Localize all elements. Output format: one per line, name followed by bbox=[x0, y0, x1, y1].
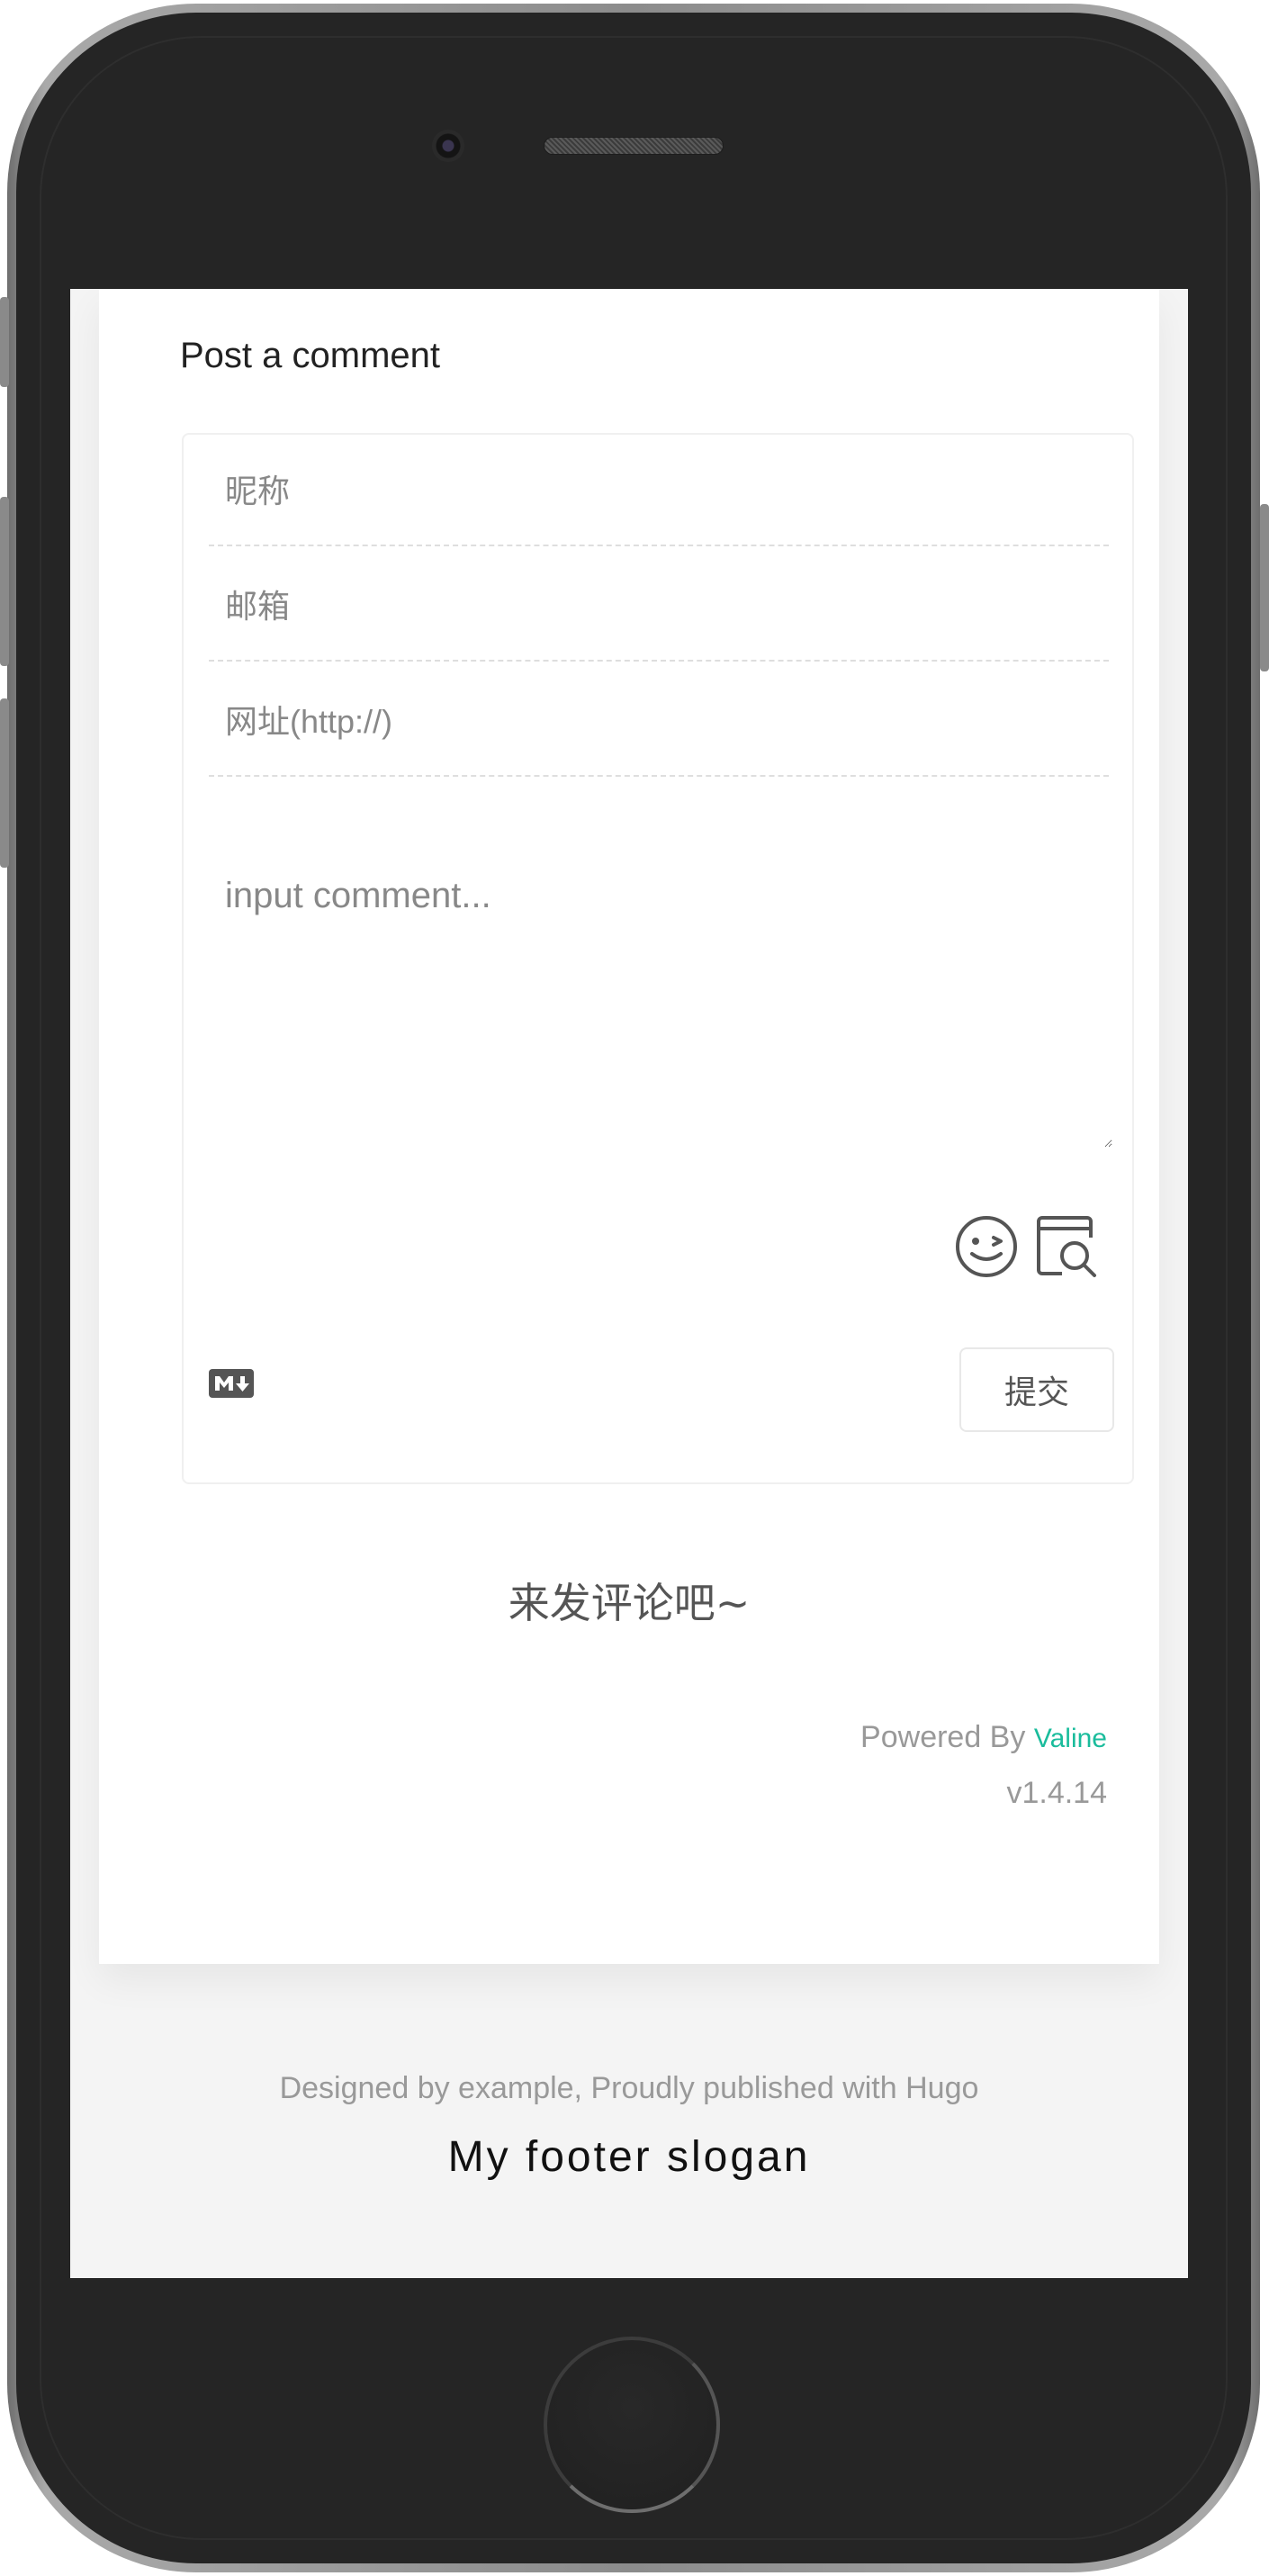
earpiece-speaker bbox=[544, 137, 724, 155]
email-input[interactable] bbox=[223, 581, 1091, 633]
email-field-wrapper bbox=[209, 550, 1109, 662]
submit-button[interactable]: 提交 bbox=[959, 1347, 1114, 1432]
website-input[interactable] bbox=[223, 696, 1091, 748]
preview-search-icon[interactable] bbox=[1035, 1214, 1100, 1279]
website-field-wrapper bbox=[209, 665, 1109, 777]
comment-form-panel: 提交 bbox=[182, 433, 1134, 1484]
footer-credit: Designed by example, Proudly published w… bbox=[279, 2071, 979, 2105]
power-button bbox=[1260, 504, 1269, 671]
comment-textarea[interactable] bbox=[223, 874, 1112, 1148]
front-camera bbox=[432, 130, 464, 162]
home-button[interactable] bbox=[544, 2337, 720, 2513]
footer-slogan: My footer slogan bbox=[447, 2133, 811, 2181]
mute-switch bbox=[0, 297, 9, 387]
powered-by: Powered By Valine bbox=[860, 1720, 1107, 1755]
volume-down-button bbox=[0, 698, 9, 868]
valine-link[interactable]: Valine bbox=[1034, 1724, 1107, 1753]
powered-by-label: Powered By bbox=[860, 1720, 1026, 1754]
emoji-wink-icon[interactable] bbox=[954, 1214, 1019, 1279]
comment-card: Post a comment 昵称 邮箱 网址(http://) input c… bbox=[99, 289, 1159, 1964]
empty-comments-hint: 来发评论吧~ bbox=[508, 1579, 751, 1627]
markdown-icon[interactable] bbox=[209, 1369, 254, 1398]
nickname-input[interactable] bbox=[223, 465, 1091, 518]
screen: Post a comment 昵称 邮箱 网址(http://) input c… bbox=[70, 289, 1188, 2278]
comment-section-title: Post a comment bbox=[180, 336, 441, 375]
valine-version: v1.4.14 bbox=[1006, 1776, 1107, 1810]
volume-up-button bbox=[0, 497, 9, 666]
nickname-field-wrapper bbox=[209, 435, 1109, 546]
